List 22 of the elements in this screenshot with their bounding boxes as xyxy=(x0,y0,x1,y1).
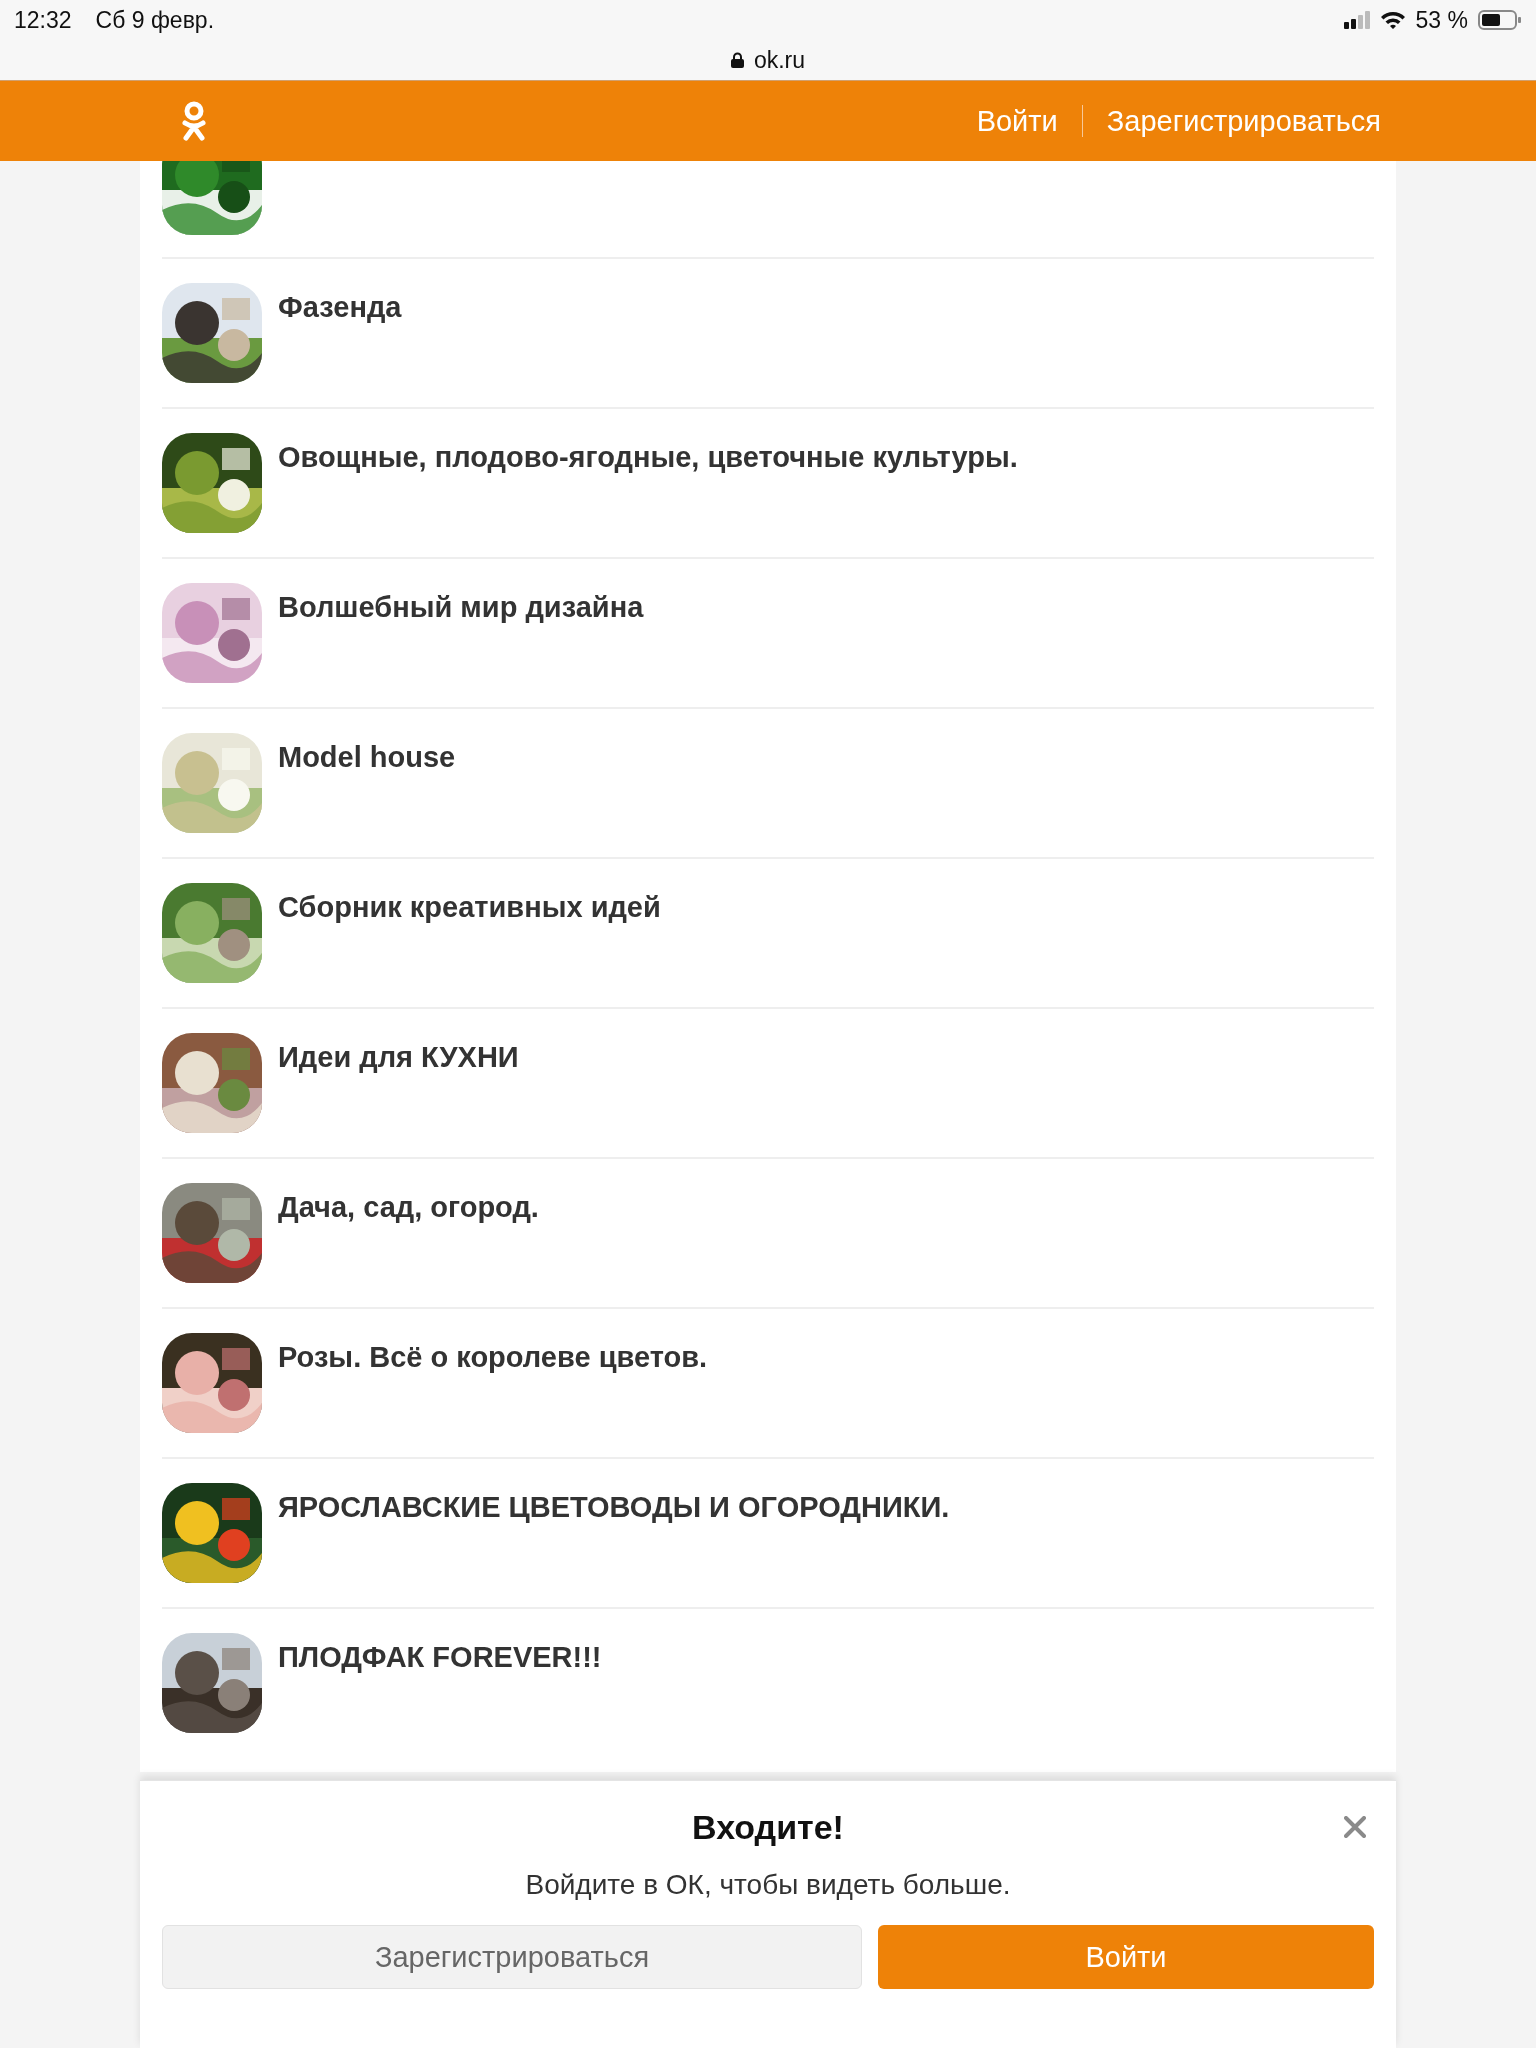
wifi-icon xyxy=(1379,10,1406,30)
panel-message: Войдите в ОК, чтобы видеть больше. xyxy=(524,1869,1012,1901)
group-title-link[interactable]: Волшебный мир дизайна xyxy=(278,591,644,624)
group-title-link[interactable]: Model house xyxy=(278,741,456,774)
close-icon[interactable] xyxy=(1344,1816,1366,1838)
group-title-link[interactable]: Сборник креативных идей xyxy=(278,891,661,924)
date-text: Сб 9 февр. xyxy=(95,6,215,34)
panel-title: Входите! xyxy=(692,1807,844,1847)
register-button[interactable]: Зарегистрироваться xyxy=(162,1925,862,1989)
signal-icon xyxy=(1343,11,1370,29)
group-title-link[interactable]: Идеи для КУХНИ xyxy=(278,1041,519,1074)
group-title-link[interactable]: Розы. Всё о королеве цветов. xyxy=(278,1341,708,1374)
logo-icon[interactable] xyxy=(181,101,207,141)
group-title-link[interactable]: Овощные, плодово-ягодные, цветочные культуры. xyxy=(278,441,1018,474)
group-title-link[interactable]: ЯРОСЛАВСКИЕ ЦВЕТОВОДЫ И ОГОРОДНИКИ. xyxy=(278,1491,950,1524)
clock-time: 12:32 xyxy=(14,6,72,34)
group-title-link[interactable]: Дача, сад, огород. xyxy=(278,1191,539,1224)
group-title-link[interactable]: ПЛОДФАК FOREVER!!! xyxy=(278,1641,602,1674)
battery-percent: 53 % xyxy=(1415,6,1468,34)
battery-icon xyxy=(1478,10,1522,30)
address-bar[interactable]: ok.ru xyxy=(730,46,806,74)
group-title-link[interactable]: Фазенда xyxy=(278,291,402,324)
